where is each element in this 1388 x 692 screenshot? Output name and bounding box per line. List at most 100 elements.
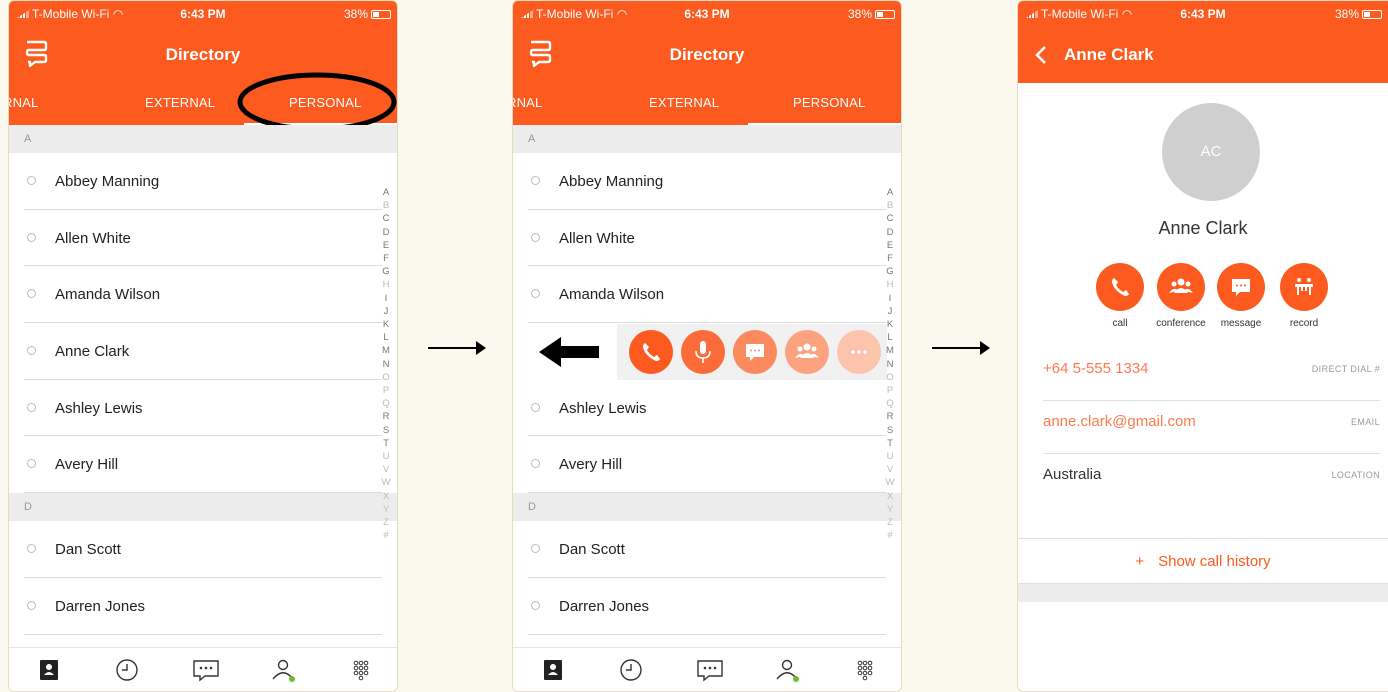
- alphabet-letter[interactable]: R: [885, 410, 895, 423]
- alphabet-letter[interactable]: N: [381, 358, 391, 371]
- dialpad-icon[interactable]: [349, 658, 373, 682]
- alphabet-letter[interactable]: X: [885, 490, 895, 503]
- tab-internal[interactable]: RNAL: [513, 95, 542, 110]
- alphabet-letter[interactable]: K: [381, 318, 391, 331]
- list-item[interactable]: Darren Jones: [528, 578, 886, 635]
- alphabet-letter[interactable]: S: [885, 424, 895, 437]
- alphabet-letter[interactable]: O: [381, 371, 391, 384]
- alphabet-letter[interactable]: Y: [381, 503, 391, 516]
- dialpad-icon[interactable]: [853, 658, 877, 682]
- conference-icon[interactable]: [785, 330, 829, 374]
- tab-internal[interactable]: RNAL: [9, 95, 38, 110]
- alphabet-letter[interactable]: H: [381, 278, 391, 291]
- alphabet-letter[interactable]: V: [885, 463, 895, 476]
- tab-personal[interactable]: PERSONAL: [793, 95, 865, 110]
- alphabet-letter[interactable]: C: [885, 212, 895, 225]
- tab-external[interactable]: EXTERNAL: [145, 95, 215, 110]
- alphabet-letter[interactable]: A: [381, 186, 391, 199]
- alphabet-letter[interactable]: T: [381, 437, 391, 450]
- alphabet-letter[interactable]: G: [381, 265, 391, 278]
- call-button[interactable]: [1096, 263, 1144, 311]
- contacts-icon[interactable]: [775, 658, 799, 682]
- alphabet-letter[interactable]: V: [381, 463, 391, 476]
- alphabet-letter[interactable]: X: [381, 490, 391, 503]
- alphabet-letter[interactable]: U: [885, 450, 895, 463]
- back-chevron-icon[interactable]: [1034, 45, 1048, 65]
- alphabet-letter[interactable]: Q: [885, 397, 895, 410]
- list-item[interactable]: Ashley Lewis: [528, 380, 886, 437]
- alphabet-letter[interactable]: P: [885, 384, 895, 397]
- list-item[interactable]: Abbey Manning: [528, 153, 886, 210]
- alphabet-letter[interactable]: M: [381, 344, 391, 357]
- alphabet-letter[interactable]: S: [381, 424, 391, 437]
- alphabet-letter[interactable]: T: [885, 437, 895, 450]
- alphabet-letter[interactable]: B: [885, 199, 895, 212]
- call-icon[interactable]: [629, 330, 673, 374]
- list-item[interactable]: Ashley Lewis: [24, 380, 382, 437]
- alphabet-letter[interactable]: G: [885, 265, 895, 278]
- messages-icon[interactable]: [696, 658, 724, 682]
- alphabet-letter[interactable]: A: [885, 186, 895, 199]
- list-item[interactable]: Abbey Manning: [24, 153, 382, 210]
- alphabet-letter[interactable]: O: [885, 371, 895, 384]
- alphabet-letter[interactable]: Z: [381, 516, 391, 529]
- alphabet-letter[interactable]: F: [381, 252, 391, 265]
- directory-icon[interactable]: [541, 658, 565, 682]
- alphabet-letter[interactable]: #: [381, 529, 391, 542]
- alphabet-letter[interactable]: I: [885, 292, 895, 305]
- message-icon[interactable]: [733, 330, 777, 374]
- list-item[interactable]: Amanda Wilson: [528, 266, 886, 324]
- message-button[interactable]: [1217, 263, 1265, 311]
- alphabet-letter[interactable]: Z: [885, 516, 895, 529]
- more-icon[interactable]: [837, 330, 881, 374]
- alphabet-letter[interactable]: C: [381, 212, 391, 225]
- phone-number[interactable]: +64 5-555 1334: [1043, 360, 1149, 377]
- alphabet-letter[interactable]: L: [885, 331, 895, 344]
- alphabet-letter[interactable]: Q: [381, 397, 391, 410]
- phone-field[interactable]: +64 5-555 1334 DIRECT DIAL #: [1043, 348, 1380, 401]
- list-item[interactable]: Allen White: [528, 210, 886, 267]
- alphabet-letter[interactable]: D: [885, 226, 895, 239]
- alphabet-letter[interactable]: R: [381, 410, 391, 423]
- tab-external[interactable]: EXTERNAL: [649, 95, 719, 110]
- contacts-icon[interactable]: [271, 658, 295, 682]
- alphabet-letter[interactable]: E: [885, 239, 895, 252]
- alphabet-letter[interactable]: F: [885, 252, 895, 265]
- record-button[interactable]: [1280, 263, 1328, 311]
- alphabet-letter[interactable]: E: [381, 239, 391, 252]
- history-icon[interactable]: [115, 658, 139, 682]
- alphabet-letter[interactable]: Y: [885, 503, 895, 516]
- alphabet-index[interactable]: A B C D E F G H I J K L M N O P Q R S T U V W X Y Z #: [885, 186, 895, 542]
- list-item[interactable]: Dan Scott: [528, 521, 886, 578]
- alphabet-letter[interactable]: H: [885, 278, 895, 291]
- messages-icon[interactable]: [192, 658, 220, 682]
- list-item[interactable]: Anne Clark: [24, 323, 382, 380]
- alphabet-letter[interactable]: B: [381, 199, 391, 212]
- alphabet-letter[interactable]: M: [885, 344, 895, 357]
- email-address[interactable]: anne.clark@gmail.com: [1043, 413, 1196, 430]
- list-item[interactable]: Dan Scott: [24, 521, 382, 578]
- list-item[interactable]: Darren Jones: [24, 578, 382, 635]
- directory-icon[interactable]: [37, 658, 61, 682]
- alphabet-letter[interactable]: K: [885, 318, 895, 331]
- list-item[interactable]: Amanda Wilson: [24, 266, 382, 324]
- alphabet-letter[interactable]: J: [885, 305, 895, 318]
- alphabet-letter[interactable]: L: [381, 331, 391, 344]
- mic-icon[interactable]: [681, 330, 725, 374]
- history-icon[interactable]: [619, 658, 643, 682]
- show-call-history-button[interactable]: + Show call history: [1018, 538, 1388, 584]
- email-field[interactable]: anne.clark@gmail.com EMAIL: [1043, 401, 1380, 454]
- alphabet-letter[interactable]: I: [381, 292, 391, 305]
- alphabet-letter[interactable]: J: [381, 305, 391, 318]
- list-item[interactable]: Avery Hill: [528, 436, 886, 494]
- alphabet-letter[interactable]: D: [381, 226, 391, 239]
- alphabet-index[interactable]: A B C D E F G H I J K L M N O P Q R S T U V W X Y Z #: [381, 186, 391, 542]
- alphabet-letter[interactable]: W: [885, 476, 895, 489]
- alphabet-letter[interactable]: #: [885, 529, 895, 542]
- conference-button[interactable]: [1157, 263, 1205, 311]
- list-item[interactable]: Allen White: [24, 210, 382, 267]
- alphabet-letter[interactable]: U: [381, 450, 391, 463]
- alphabet-letter[interactable]: P: [381, 384, 391, 397]
- alphabet-letter[interactable]: N: [885, 358, 895, 371]
- list-item[interactable]: Avery Hill: [24, 436, 382, 494]
